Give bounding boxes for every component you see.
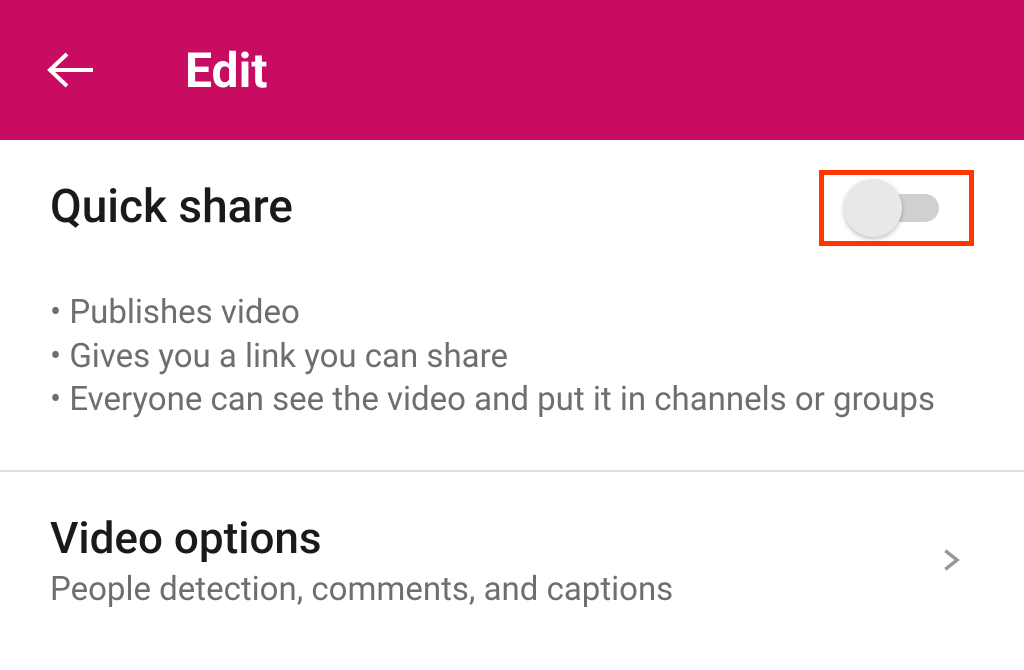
toggle-thumb — [844, 179, 902, 237]
quick-share-toggle[interactable] — [844, 193, 939, 223]
video-options-text: Video options People detection, comments… — [50, 512, 936, 609]
back-arrow-icon — [45, 50, 95, 90]
bullet-item: Everyone can see the video and put it in… — [50, 378, 974, 422]
app-header: Edit — [0, 0, 1024, 140]
chevron-right-icon — [936, 546, 964, 574]
bullet-item: Publishes video — [50, 291, 974, 335]
quick-share-section: Quick share Publishes video Gives you a … — [0, 140, 1024, 472]
video-options-section: Video options People detection, comments… — [0, 472, 1024, 657]
video-options-subtitle: People detection, comments, and captions — [50, 570, 936, 609]
toggle-highlight-box — [819, 170, 974, 246]
video-options-row[interactable]: Video options People detection, comments… — [50, 512, 974, 609]
quick-share-title: Quick share — [50, 180, 293, 234]
content-area: Quick share Publishes video Gives you a … — [0, 140, 1024, 657]
back-button[interactable] — [40, 40, 100, 100]
video-options-title: Video options — [50, 512, 936, 564]
page-title: Edit — [185, 42, 268, 99]
quick-share-header: Quick share — [50, 180, 974, 246]
bullet-item: Gives you a link you can share — [50, 335, 974, 379]
quick-share-bullets: Publishes video Gives you a link you can… — [50, 291, 974, 422]
